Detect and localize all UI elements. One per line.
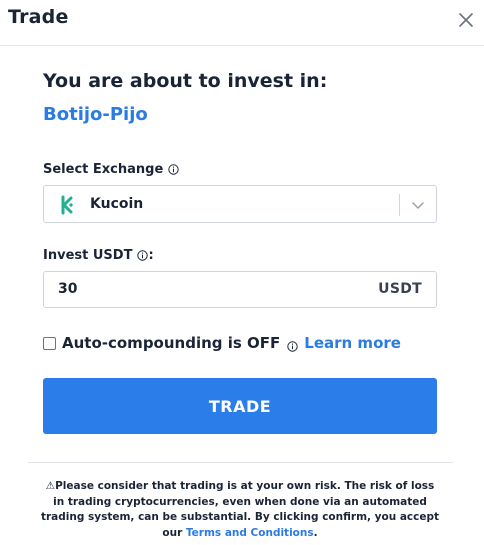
invest-field[interactable]: USDT (43, 271, 437, 308)
info-icon[interactable] (168, 164, 179, 175)
bot-name: Botijo-Pijo (43, 104, 148, 125)
modal-title: Trade (8, 6, 69, 28)
invest-heading: You are about to invest in: (43, 70, 328, 92)
invest-usdt-label: Invest USDT : (43, 248, 154, 263)
risk-disclaimer: ⚠Please consider that trading is at your… (40, 479, 440, 541)
invest-amount-input[interactable] (58, 281, 338, 297)
close-icon[interactable] (456, 10, 476, 30)
trade-modal: Trade You are about to invest in: Botijo… (0, 0, 484, 545)
select-separator (399, 194, 400, 216)
invest-label-colon: : (148, 248, 154, 263)
selected-exchange: Kucoin (90, 196, 144, 212)
modal-header: Trade (0, 0, 484, 46)
auto-compounding-row: Auto-compounding is OFF Learn more (43, 334, 401, 352)
chevron-down-icon[interactable] (410, 197, 426, 213)
select-exchange-label-text: Select Exchange (43, 162, 164, 177)
auto-compounding-label: Auto-compounding is OFF (62, 334, 281, 352)
auto-compounding-checkbox[interactable] (43, 336, 56, 350)
invest-usdt-label-text: Invest USDT (43, 248, 133, 263)
trade-button[interactable]: TRADE (43, 378, 437, 434)
info-icon[interactable] (287, 338, 298, 352)
disclaimer-end: . (313, 526, 318, 539)
learn-more-link[interactable]: Learn more (304, 334, 401, 352)
info-icon[interactable] (137, 250, 149, 261)
kucoin-logo-icon (56, 194, 78, 216)
divider (28, 462, 453, 463)
exchange-select[interactable]: Kucoin (43, 185, 437, 223)
select-exchange-label: Select Exchange (43, 162, 179, 177)
terms-and-conditions-link[interactable]: Terms and Conditions (186, 527, 314, 539)
currency-unit: USDT (378, 281, 422, 297)
